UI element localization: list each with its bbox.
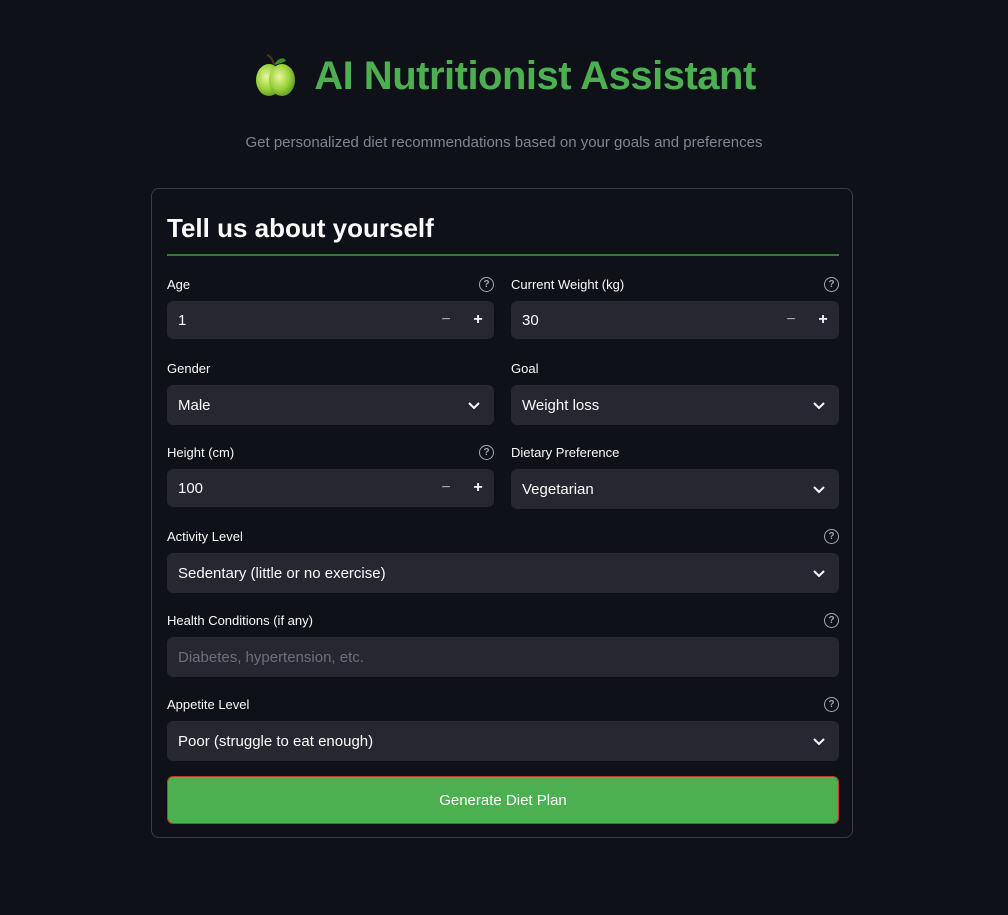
goal-label: Goal — [511, 361, 539, 376]
appetite-field: Appetite Level ? Poor (struggle to eat e… — [167, 695, 839, 761]
help-icon[interactable]: ? — [824, 697, 839, 712]
height-input[interactable]: 100 − + — [167, 469, 494, 507]
decrement-button[interactable]: − — [775, 301, 807, 339]
height-label: Height (cm) — [167, 445, 235, 460]
diet-label: Dietary Preference — [511, 445, 620, 460]
age-label: Age — [167, 277, 191, 292]
age-input[interactable]: 1 − + — [167, 301, 494, 339]
decrement-button[interactable]: − — [430, 301, 462, 339]
green-apple-icon — [256, 54, 296, 96]
goal-value[interactable]: Weight loss — [511, 397, 799, 414]
help-icon[interactable]: ? — [824, 613, 839, 628]
diet-value[interactable]: Vegetarian — [511, 481, 799, 498]
height-field: Height (cm) ? 100 − + — [167, 443, 494, 507]
profile-form: Tell us about yourself Age ? 1 − + Curre… — [151, 188, 853, 838]
activity-field: Activity Level ? Sedentary (little or no… — [167, 527, 839, 593]
gender-value[interactable]: Male — [167, 397, 454, 414]
appetite-select[interactable]: Poor (struggle to eat enough) — [167, 721, 839, 761]
gender-label: Gender — [167, 361, 211, 376]
weight-field: Current Weight (kg) ? 30 − + — [511, 275, 839, 339]
appetite-value[interactable]: Poor (struggle to eat enough) — [167, 733, 799, 750]
health-field: Health Conditions (if any) ? Diabetes, h… — [167, 611, 839, 677]
page-header: AI Nutritionist Assistant — [0, 52, 1008, 100]
weight-input[interactable]: 30 − + — [511, 301, 839, 339]
help-icon[interactable]: ? — [479, 445, 494, 460]
increment-button[interactable]: + — [807, 301, 839, 339]
chevron-down-icon[interactable] — [799, 722, 839, 760]
generate-diet-plan-button[interactable]: Generate Diet Plan — [167, 776, 839, 824]
increment-button[interactable]: + — [462, 301, 494, 339]
help-icon[interactable]: ? — [824, 529, 839, 544]
health-label: Health Conditions (if any) — [167, 613, 313, 628]
gender-select[interactable]: Male — [167, 385, 494, 425]
activity-label: Activity Level — [167, 529, 243, 544]
goal-select[interactable]: Weight loss — [511, 385, 839, 425]
heading-divider — [167, 254, 839, 256]
decrement-button[interactable]: − — [430, 469, 462, 507]
height-value[interactable]: 100 — [167, 480, 430, 497]
diet-field: Dietary Preference Vegetarian — [511, 443, 839, 509]
page-title: AI Nutritionist Assistant — [314, 53, 756, 98]
chevron-down-icon[interactable] — [799, 470, 839, 508]
health-conditions-input[interactable]: Diabetes, hypertension, etc. — [167, 637, 839, 677]
age-field: Age ? 1 − + — [167, 275, 494, 339]
activity-select[interactable]: Sedentary (little or no exercise) — [167, 553, 839, 593]
chevron-down-icon[interactable] — [799, 386, 839, 424]
goal-field: Goal Weight loss — [511, 359, 839, 425]
health-placeholder[interactable]: Diabetes, hypertension, etc. — [167, 649, 839, 666]
weight-value[interactable]: 30 — [511, 312, 775, 329]
increment-button[interactable]: + — [462, 469, 494, 507]
gender-field: Gender Male — [167, 359, 494, 425]
appetite-label: Appetite Level — [167, 697, 250, 712]
page-subtitle: Get personalized diet recommendations ba… — [245, 134, 763, 151]
form-heading: Tell us about yourself — [167, 213, 434, 243]
chevron-down-icon[interactable] — [454, 386, 494, 424]
help-icon[interactable]: ? — [824, 277, 839, 292]
chevron-down-icon[interactable] — [799, 554, 839, 592]
diet-select[interactable]: Vegetarian — [511, 469, 839, 509]
help-icon[interactable]: ? — [479, 277, 494, 292]
weight-label: Current Weight (kg) — [511, 277, 625, 292]
age-value[interactable]: 1 — [167, 312, 430, 329]
activity-value[interactable]: Sedentary (little or no exercise) — [167, 565, 799, 582]
